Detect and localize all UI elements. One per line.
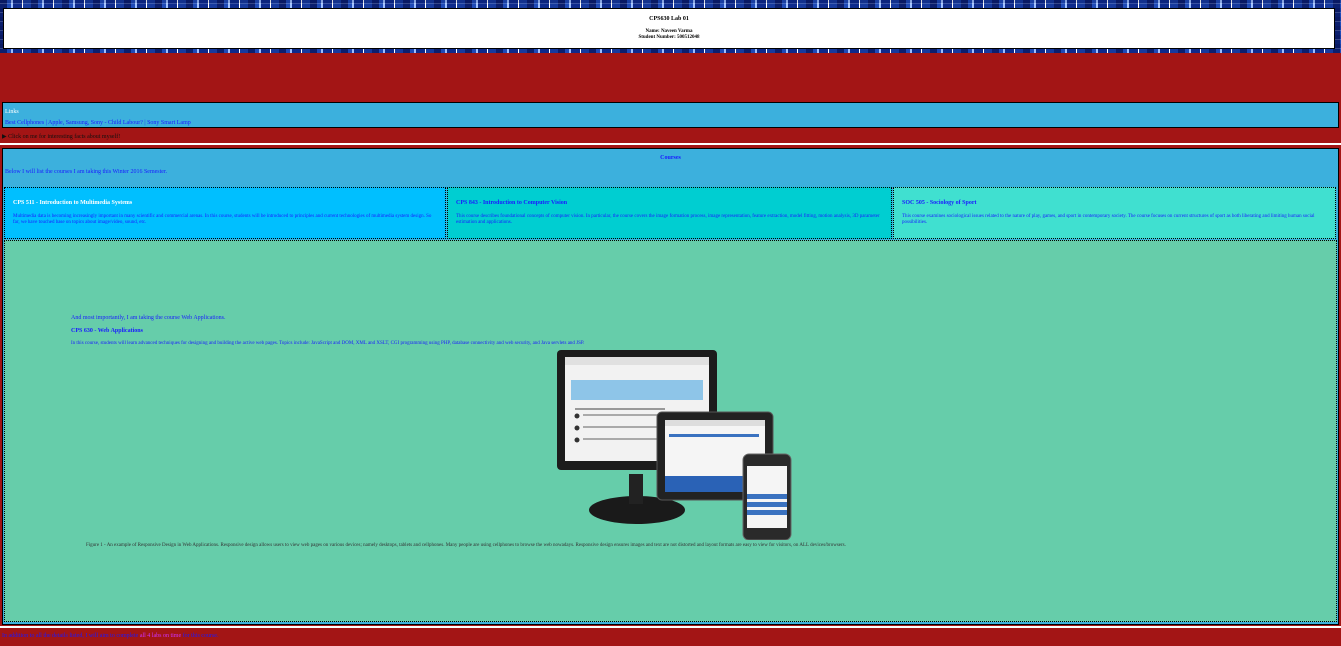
course-title: CPS 843 - Introduction to Computer Visio… xyxy=(456,200,568,206)
course-card-soc505: SOC 505 - Sociology of Sport This course… xyxy=(893,187,1336,239)
course-description: This course examines sociological issues… xyxy=(902,214,1315,225)
courses-intro: Below I will list the courses I am takin… xyxy=(5,169,168,175)
divider xyxy=(0,143,1341,145)
divider xyxy=(0,626,1341,628)
course-card-cps843: CPS 843 - Introduction to Computer Visio… xyxy=(447,187,892,239)
footer-text-end: for this course. xyxy=(181,633,219,639)
web-applications-section: And most importantly, I am taking the co… xyxy=(4,240,1337,622)
links-title: Links xyxy=(5,109,19,115)
course-description: This course describes foundational conce… xyxy=(456,214,880,225)
web-apps-intro: And most importantly, I am taking the co… xyxy=(71,315,226,321)
web-apps-description: In this course, students will learn adva… xyxy=(71,341,585,346)
links-box: Links Best Cellphones | Apple, Samsung, … xyxy=(2,102,1339,128)
links-row: Best Cellphones | Apple, Samsung, Sony -… xyxy=(5,120,191,126)
student-name: Name: Naveen Varma xyxy=(645,29,693,34)
footer-text: In addition to all the details listed, I… xyxy=(2,633,218,639)
courses-section: Courses Below I will list the courses I … xyxy=(2,148,1339,625)
figure-caption: Figure 1 - An example of Responsive Desi… xyxy=(86,543,846,548)
cellphone-icon xyxy=(742,453,792,540)
facts-details-toggle[interactable]: ▶ Click on me for interesting facts abou… xyxy=(2,133,120,140)
header-box: CPS630 Lab 01 Name: Naveen Varma Student… xyxy=(3,8,1335,49)
course-card-cps511: CPS 511 - Introduction to Multimedia Sys… xyxy=(4,187,446,239)
web-apps-title: CPS 630 - Web Applications xyxy=(71,328,143,334)
responsive-devices-image xyxy=(557,350,792,540)
link-sony-smart-lamp[interactable]: Sony Smart Lamp xyxy=(147,120,191,126)
course-description: Multimedia data is becoming increasingly… xyxy=(13,214,432,225)
link-child-labour[interactable]: Apple, Samsung, Sony - Child Labour? xyxy=(48,120,143,126)
student-number: Student Number: 500512048 xyxy=(638,35,700,40)
course-title: CPS 511 - Introduction to Multimedia Sys… xyxy=(13,200,133,206)
course-title: SOC 505 - Sociology of Sport xyxy=(902,200,977,206)
link-best-cellphones[interactable]: Best Cellphones xyxy=(5,120,44,126)
footer-text-accent: all 4 labs on time xyxy=(138,633,182,639)
footer-text-start: In addition to all the details listed, I… xyxy=(2,633,139,639)
page-title: CPS630 Lab 01 xyxy=(649,16,689,22)
courses-title: Courses xyxy=(660,155,681,161)
